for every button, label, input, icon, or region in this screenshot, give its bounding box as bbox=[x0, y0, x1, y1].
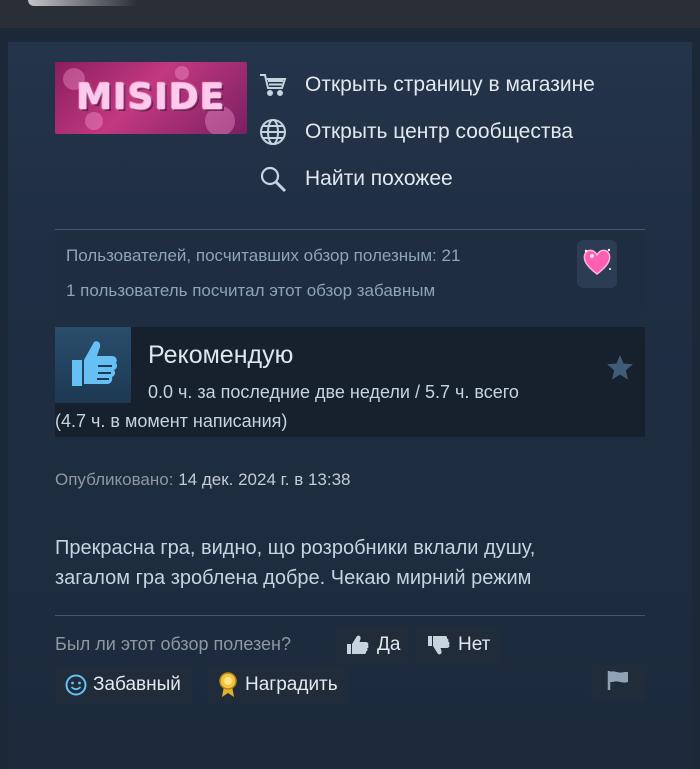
recommendation-title: Рекомендую bbox=[148, 341, 294, 369]
thumbs-down-icon bbox=[426, 634, 452, 656]
vote-no-button[interactable]: Нет bbox=[416, 627, 501, 663]
vote-yes-button[interactable]: Да bbox=[335, 627, 411, 663]
posted-date-value: 14 дек. 2024 г. в 13:38 bbox=[178, 470, 351, 489]
vote-funny-label: Забавный bbox=[93, 674, 181, 695]
vote-yes-label: Да bbox=[377, 634, 401, 655]
cart-icon bbox=[258, 70, 288, 100]
funny-count-text: 1 пользователь посчитал этот обзор забав… bbox=[66, 281, 436, 300]
link-label: Найти похожее bbox=[305, 167, 453, 190]
award-label: Наградить bbox=[245, 674, 338, 695]
open-community-hub-link[interactable]: Открыть центр сообщества bbox=[258, 117, 573, 147]
award-button[interactable]: Наградить bbox=[207, 667, 348, 703]
playtime-text: 0.0 ч. за последние две недели / 5.7 ч. … bbox=[148, 382, 519, 402]
link-label: Открыть страницу в магазине bbox=[305, 73, 595, 96]
review-text-line: Прекрасна гра, видно, що розробники вкла… bbox=[55, 537, 536, 559]
review-text-line: загалом гра зроблена добре. Чекаю мирний… bbox=[55, 567, 532, 589]
received-award-badge[interactable] bbox=[577, 240, 617, 288]
report-flag-button[interactable] bbox=[591, 665, 645, 701]
divider bbox=[55, 615, 645, 616]
game-logo-text: MISIDE bbox=[76, 77, 226, 118]
review-stats-box: Пользователей, посчитавших обзор полезны… bbox=[55, 229, 645, 314]
favorite-star-button[interactable] bbox=[605, 355, 635, 385]
heart-award-icon bbox=[581, 247, 613, 282]
recommendation-thumb bbox=[55, 327, 131, 403]
posted-date: Опубликовано: 14 дек. 2024 г. в 13:38 bbox=[55, 470, 351, 490]
find-similar-link[interactable]: Найти похожее bbox=[258, 164, 453, 194]
search-icon bbox=[258, 164, 288, 194]
game-banner[interactable]: MISIDE bbox=[55, 62, 247, 134]
globe-icon bbox=[258, 117, 288, 147]
helpful-question: Был ли этот обзор полезен? bbox=[55, 634, 291, 654]
review-text: Прекрасна гра, видно, що розробники вкла… bbox=[55, 533, 535, 593]
top-bar bbox=[0, 0, 700, 28]
vote-no-label: Нет bbox=[458, 634, 491, 655]
vote-funny-button[interactable]: Забавный bbox=[55, 667, 191, 703]
award-ribbon-icon bbox=[217, 672, 239, 698]
open-store-page-link[interactable]: Открыть страницу в магазине bbox=[258, 70, 595, 100]
helpful-count-text: Пользователей, посчитавших обзор полезны… bbox=[66, 246, 461, 265]
smiley-icon bbox=[65, 674, 87, 696]
star-icon bbox=[606, 354, 634, 386]
top-bar-artifact bbox=[28, 0, 138, 6]
link-label: Открыть центр сообщества bbox=[305, 120, 574, 143]
flag-icon bbox=[605, 669, 631, 697]
posted-label: Опубликовано: bbox=[55, 470, 174, 489]
thumbs-up-icon bbox=[64, 334, 122, 397]
thumbs-up-icon bbox=[345, 634, 371, 656]
recommendation-box: Рекомендую 0.0 ч. за последние две недел… bbox=[55, 327, 645, 437]
playtime-at-review-text: (4.7 ч. в момент написания) bbox=[55, 411, 288, 431]
